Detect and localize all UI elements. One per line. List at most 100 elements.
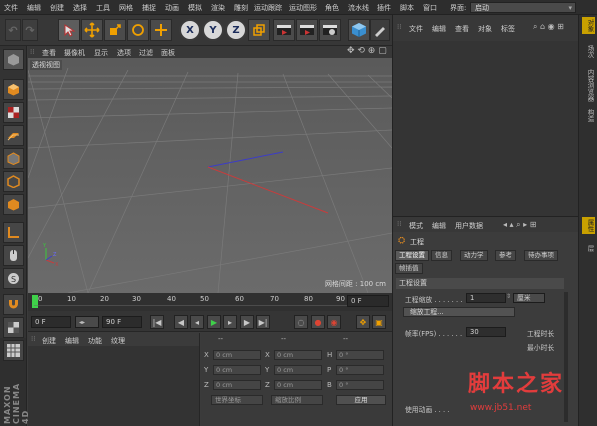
coord-pos-z-field[interactable]: 0 cm: [213, 380, 261, 390]
coordinate-system-icon[interactable]: [248, 19, 270, 41]
lock-workplane-icon[interactable]: [3, 317, 24, 338]
viewport-menu-options[interactable]: 选项: [117, 48, 131, 58]
fps-field[interactable]: 30: [466, 327, 506, 337]
coord-pos-x-field[interactable]: 0 cm: [213, 350, 261, 360]
tab-info[interactable]: 信息: [431, 250, 452, 261]
tab-structure[interactable]: 构造: [582, 107, 595, 124]
next-frame-icon[interactable]: ▸: [223, 315, 237, 329]
pen-spline-icon[interactable]: [370, 19, 390, 41]
z-axis-lock-icon[interactable]: Z: [225, 19, 247, 41]
menu-plugins[interactable]: 插件: [377, 3, 391, 13]
viewport-menu-panel[interactable]: 面板: [161, 48, 175, 58]
menu-file[interactable]: 文件: [4, 3, 18, 13]
make-editable-icon[interactable]: [3, 49, 24, 70]
coord-system-select[interactable]: 世界坐标: [211, 395, 263, 405]
workplane-icon[interactable]: [3, 125, 24, 146]
object-menu-edit[interactable]: 编辑: [432, 24, 446, 34]
select-arrow-icon[interactable]: [58, 19, 80, 41]
tab-dynamics[interactable]: 动力学: [460, 250, 488, 261]
coord-rot-p-field[interactable]: 0 °: [336, 365, 384, 375]
attribute-menu-userdata[interactable]: 用户数据: [455, 221, 483, 231]
menu-motion-tracking[interactable]: 运动跟踪: [254, 3, 282, 13]
model-mode-icon[interactable]: [3, 79, 24, 100]
tab-attributes[interactable]: 属性: [582, 217, 595, 234]
menu-simulate[interactable]: 模拟: [188, 3, 202, 13]
next-key-icon[interactable]: ▶: [240, 315, 254, 329]
tab-layers[interactable]: 层: [582, 243, 595, 254]
menu-tools[interactable]: 工具: [96, 3, 110, 13]
coord-size-y-field[interactable]: 0 cm: [274, 365, 322, 375]
undo-icon[interactable]: ↶: [5, 19, 21, 41]
viewport-navigate-icons[interactable]: ✥ ⟲ ⊕ ▢: [347, 46, 387, 56]
texture-mode-icon[interactable]: [3, 102, 24, 123]
move-icon[interactable]: [81, 19, 103, 41]
viewport-menu-view[interactable]: 查看: [42, 48, 56, 58]
object-search-icons[interactable]: ⌕ ⌂ ◉ ⊞: [533, 22, 564, 32]
go-to-start-icon[interactable]: |◀: [150, 315, 164, 329]
menu-snap[interactable]: 捕捉: [142, 3, 156, 13]
cube-object-icon[interactable]: [348, 19, 370, 41]
menu-mograph[interactable]: 运动图形: [289, 3, 317, 13]
project-scale-unit-select[interactable]: 厘米: [513, 293, 545, 303]
scale-project-button[interactable]: 缩放工程...: [403, 307, 515, 317]
viewport-menu-display[interactable]: 显示: [94, 48, 108, 58]
menu-render[interactable]: 渲染: [211, 3, 225, 13]
record-active-icon[interactable]: ●: [311, 315, 325, 329]
tab-key-interpolation[interactable]: 帧插值: [395, 263, 423, 274]
coord-rot-h-field[interactable]: 0 °: [336, 350, 384, 360]
material-menu-edit[interactable]: 编辑: [65, 336, 79, 346]
coord-size-z-field[interactable]: 0 cm: [274, 380, 322, 390]
y-axis-lock-icon[interactable]: Y: [202, 19, 224, 41]
object-menu-objects[interactable]: 对象: [478, 24, 492, 34]
menu-create[interactable]: 创建: [50, 3, 64, 13]
previous-key-icon[interactable]: ◀: [174, 315, 188, 329]
project-scale-stepper-icon[interactable]: ⇕: [506, 293, 511, 300]
menu-script[interactable]: 脚本: [400, 3, 414, 13]
attribute-nav-icons[interactable]: ◂ ▴ ⌕ ▸ ⊞: [503, 220, 536, 230]
tab-content-browser[interactable]: 内容浏览器: [582, 67, 595, 104]
object-menu-tags[interactable]: 标签: [501, 24, 515, 34]
tab-todo[interactable]: 待办事项: [524, 250, 558, 261]
perspective-viewport[interactable]: Y X Z 透视视图 网格间距 : 100 cm: [28, 58, 392, 293]
viewport-menu-filter[interactable]: 过滤: [139, 48, 153, 58]
project-scale-field[interactable]: 1: [466, 293, 506, 303]
material-menu-texture[interactable]: 纹理: [111, 336, 125, 346]
play-icon[interactable]: ▶: [207, 315, 221, 329]
magnet-icon[interactable]: [3, 294, 24, 315]
attribute-scrollbar[interactable]: [564, 292, 568, 422]
render-settings-icon[interactable]: [319, 19, 341, 41]
menu-sculpt[interactable]: 雕刻: [234, 3, 248, 13]
material-menu-function[interactable]: 功能: [88, 336, 102, 346]
menu-edit[interactable]: 编辑: [27, 3, 41, 13]
object-list[interactable]: [392, 41, 578, 216]
material-list[interactable]: [28, 346, 199, 426]
timeline-ruler[interactable]: 0 10 20 30 40 50 60 70 80 90: [28, 293, 392, 311]
coord-pos-y-field[interactable]: 0 cm: [213, 365, 261, 375]
start-frame-field[interactable]: 0 F: [31, 316, 71, 328]
coord-scale-select[interactable]: 缩放比例: [271, 395, 323, 405]
tweak-mode-icon[interactable]: [3, 245, 24, 266]
render-view-icon[interactable]: [273, 19, 295, 41]
coord-apply-button[interactable]: 应用: [336, 395, 386, 405]
attribute-menu-edit[interactable]: 编辑: [432, 221, 446, 231]
layout-select[interactable]: 启动: [470, 2, 576, 13]
frame-range-slider[interactable]: ◂▸: [75, 316, 99, 328]
previous-frame-icon[interactable]: ◂: [190, 315, 204, 329]
menu-window[interactable]: 窗口: [423, 3, 437, 13]
snap-icon[interactable]: S: [3, 268, 24, 289]
object-menu-view[interactable]: 查看: [455, 24, 469, 34]
render-picture-viewer-icon[interactable]: [296, 19, 318, 41]
edges-mode-icon[interactable]: [3, 171, 24, 192]
tab-reference[interactable]: 参考: [495, 250, 516, 261]
live-select-icon[interactable]: [150, 19, 172, 41]
menu-select[interactable]: 选择: [73, 3, 87, 13]
scale-icon[interactable]: [104, 19, 126, 41]
end-frame-field[interactable]: 90 F: [102, 316, 142, 328]
material-menu-create[interactable]: 创建: [42, 336, 56, 346]
move-key-icon[interactable]: ✥: [356, 315, 370, 329]
x-axis-lock-icon[interactable]: X: [179, 19, 201, 41]
auto-keying-icon[interactable]: ◉: [327, 315, 341, 329]
menu-animate[interactable]: 动画: [165, 3, 179, 13]
points-mode-icon[interactable]: [3, 148, 24, 169]
scale-key-icon[interactable]: ▣: [372, 315, 386, 329]
